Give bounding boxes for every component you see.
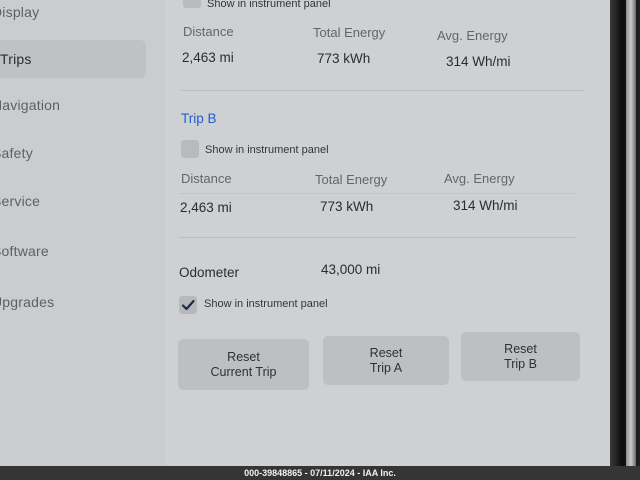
sidebar-item-service[interactable]: Service bbox=[0, 193, 40, 209]
trip-b-total-energy-value: 773 kWh bbox=[320, 199, 374, 214]
trip-a-distance-value: 2,463 mi bbox=[182, 50, 234, 65]
divider bbox=[181, 90, 585, 91]
bezel-trim bbox=[626, 0, 636, 466]
trip-b-show-checkbox[interactable] bbox=[181, 140, 199, 158]
trip-b-distance-header: Distance bbox=[181, 171, 232, 186]
trips-panel: Show in instrument panel Distance Total … bbox=[165, 0, 610, 466]
odometer-value: 43,000 mi bbox=[321, 262, 381, 277]
divider bbox=[179, 193, 577, 194]
trip-a-avg-energy-header: Avg. Energy bbox=[437, 28, 508, 43]
checkmark-icon bbox=[181, 299, 195, 311]
reset-current-trip-button[interactable]: Reset Current Trip bbox=[178, 339, 309, 390]
settings-screen: Display Trips Navigation Safety Service … bbox=[0, 0, 610, 466]
trip-b-total-energy-header: Total Energy bbox=[315, 172, 388, 187]
trip-b-show-label: Show in instrument panel bbox=[205, 144, 329, 156]
trip-a-show-checkbox[interactable] bbox=[183, 0, 201, 8]
odometer-label: Odometer bbox=[179, 265, 240, 280]
sidebar-item-display[interactable]: Display bbox=[0, 4, 39, 20]
sidebar-item-trips[interactable]: Trips bbox=[0, 40, 146, 78]
button-line-1: Reset bbox=[227, 349, 260, 364]
button-line-2: Trip B bbox=[504, 356, 537, 371]
sidebar-item-upgrades[interactable]: Upgrades bbox=[0, 294, 54, 310]
trip-a-show-label: Show in instrument panel bbox=[207, 0, 331, 10]
button-line-2: Trip A bbox=[369, 360, 403, 375]
trip-b-avg-energy-header: Avg. Energy bbox=[444, 171, 515, 186]
reset-trip-a-button[interactable]: Reset Trip A bbox=[323, 336, 449, 385]
trip-b-distance-value: 2,463 mi bbox=[180, 200, 232, 215]
button-line-1: Reset bbox=[369, 345, 403, 360]
settings-sidebar: Display Trips Navigation Safety Service … bbox=[0, 0, 165, 466]
trip-b-title: Trip B bbox=[181, 111, 217, 126]
trip-a-distance-header: Distance bbox=[183, 24, 234, 39]
trip-a-avg-energy-value: 314 Wh/mi bbox=[446, 54, 511, 69]
reset-trip-b-button[interactable]: Reset Trip B bbox=[461, 332, 580, 381]
sidebar-item-safety[interactable]: Safety bbox=[0, 145, 33, 161]
trip-a-total-energy-header: Total Energy bbox=[313, 25, 386, 40]
sidebar-item-software[interactable]: Software bbox=[0, 243, 49, 259]
sidebar-item-navigation[interactable]: Navigation bbox=[0, 97, 60, 113]
odometer-show-checkbox[interactable] bbox=[179, 296, 197, 314]
trip-b-avg-energy-value: 314 Wh/mi bbox=[453, 198, 518, 213]
button-line-1: Reset bbox=[504, 341, 537, 356]
photo-caption: 000-39848865 - 07/11/2024 - IAA Inc. bbox=[0, 466, 640, 480]
button-line-2: Current Trip bbox=[210, 364, 277, 379]
sidebar-item-label: Trips bbox=[0, 51, 32, 67]
odometer-show-label: Show in instrument panel bbox=[204, 298, 328, 310]
divider bbox=[179, 237, 577, 238]
trip-a-total-energy-value: 773 kWh bbox=[317, 51, 371, 66]
